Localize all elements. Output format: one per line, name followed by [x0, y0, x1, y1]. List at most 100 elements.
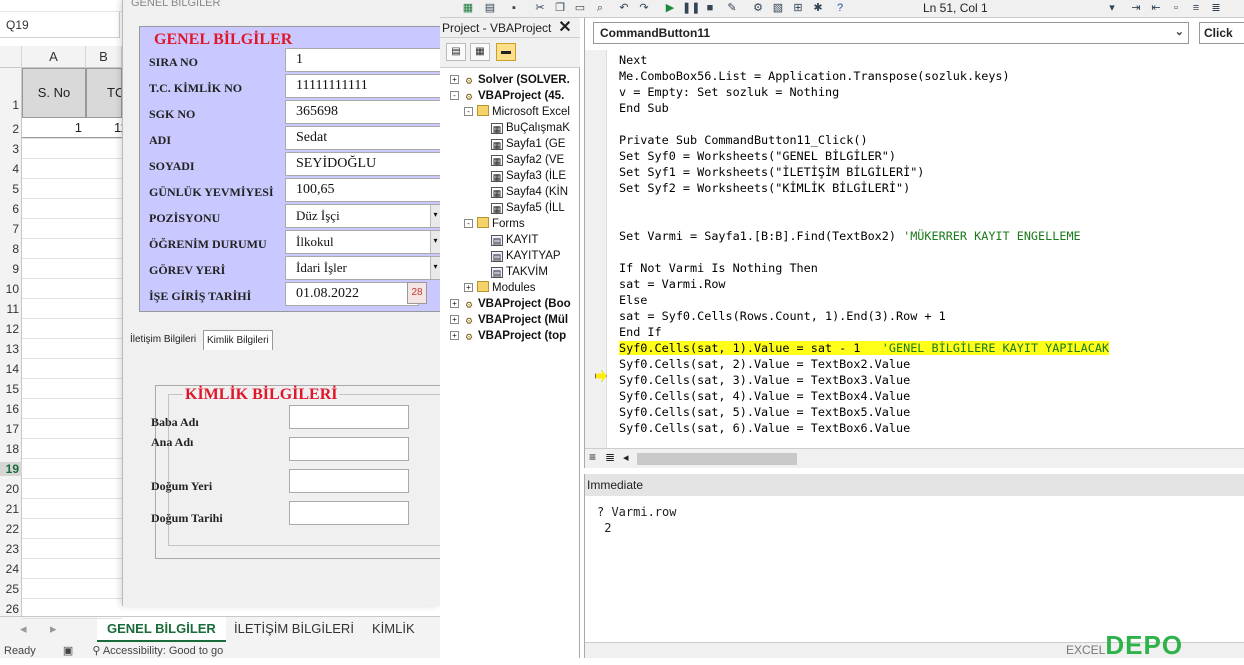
row-header-11[interactable]: 11 [0, 302, 22, 316]
sheet-tab-kimlik[interactable]: KİMLİK BİLG [362, 617, 440, 660]
kimlik-field-textbox[interactable] [289, 437, 409, 461]
row-header-3[interactable]: 3 [0, 142, 22, 156]
tree-node[interactable]: - Microsoft Excel [464, 104, 570, 120]
cell-a1[interactable]: S. No [22, 68, 86, 118]
view-code-icon[interactable]: ▤ [446, 43, 466, 61]
tree-node[interactable]: ▤ KAYIT [478, 232, 538, 248]
design-mode-icon[interactable]: ✎ [724, 1, 740, 15]
field-combobox[interactable]: İlkokul ▾ [285, 230, 441, 254]
tree-node[interactable]: + ⚙ Solver (SOLVER. [450, 72, 570, 88]
code-horizontal-scrollbar[interactable]: ≡ ≣ ◂ [585, 448, 1244, 468]
properties-icon[interactable]: ▧ [770, 1, 786, 15]
row-header-26[interactable]: 26 [0, 602, 22, 616]
field-textbox[interactable]: 11111111111 [285, 74, 441, 98]
uncomment-block-icon[interactable]: ≣ [1208, 1, 1224, 15]
paste-icon[interactable]: ▭ [572, 1, 588, 15]
row-header-25[interactable]: 25 [0, 582, 22, 596]
expand-icon[interactable]: + [450, 331, 459, 340]
row-header-17[interactable]: 17 [0, 422, 22, 436]
copy-icon[interactable]: ❐ [552, 1, 568, 15]
tab-kimlik-bilgileri[interactable]: Kimlik Bilgileri [203, 330, 273, 350]
indent-icon[interactable]: ⇥ [1128, 1, 1144, 15]
toggle-folders-icon[interactable]: ▬ [496, 43, 516, 61]
expand-icon[interactable]: + [450, 315, 459, 324]
comment-block-icon[interactable]: ≡ [1188, 1, 1204, 15]
object-browser-icon[interactable]: ⊞ [790, 1, 806, 15]
sheet-nav-right-icon[interactable]: ▸ [40, 617, 67, 643]
column-header-b[interactable]: B [86, 46, 122, 68]
tab-iletisim-bilgileri[interactable]: İletişim Bilgileri [127, 330, 199, 350]
row-header-10[interactable]: 10 [0, 282, 22, 296]
row-header-4[interactable]: 4 [0, 162, 22, 176]
chevron-down-icon[interactable]: ▾ [430, 257, 440, 279]
outdent-icon[interactable]: ⇤ [1148, 1, 1164, 15]
full-module-view-icon[interactable]: ≣ [605, 450, 615, 464]
break-icon[interactable]: ❚❚ [682, 1, 700, 15]
tree-node[interactable]: + ⚙ VBAProject (Boo [450, 296, 571, 312]
tree-node[interactable]: + Modules [464, 280, 535, 296]
row-header-18[interactable]: 18 [0, 442, 22, 456]
tree-node[interactable]: - Forms [464, 216, 525, 232]
toolbar-overflow-icon[interactable]: ▾ [1104, 1, 1120, 15]
cut-icon[interactable]: ✂ [532, 1, 548, 15]
reset-icon[interactable]: ■ [702, 1, 718, 15]
field-textbox[interactable]: SEYİDOĞLU [285, 152, 441, 176]
column-header-a[interactable]: A [22, 46, 86, 68]
expand-icon[interactable]: + [450, 299, 459, 308]
undo-icon[interactable]: ↶ [616, 1, 632, 15]
chevron-down-icon[interactable]: ▾ [430, 205, 440, 227]
accessibility-status[interactable]: Accessibility: Good to go [103, 645, 223, 657]
find-icon[interactable]: ⌕ [592, 1, 608, 15]
cell-a2[interactable]: 1 [22, 118, 86, 138]
row-header-15[interactable]: 15 [0, 382, 22, 396]
tree-node[interactable]: ▦ Sayfa5 (İLL [478, 200, 565, 216]
row-header-23[interactable]: 23 [0, 542, 22, 556]
tree-node[interactable]: ▦ Sayfa3 (İLE [478, 168, 566, 184]
help-icon[interactable]: ? [832, 1, 848, 15]
run-icon[interactable]: ▶ [662, 1, 678, 15]
row-header-5[interactable]: 5 [0, 182, 22, 196]
row-header-24[interactable]: 24 [0, 562, 22, 576]
row-header-2[interactable]: 2 [0, 122, 22, 136]
insert-userform-icon[interactable]: ▤ [482, 1, 498, 15]
row-header-1[interactable]: 1 [0, 98, 22, 112]
field-textbox[interactable]: 100,65 [285, 178, 441, 202]
tree-node[interactable]: ▤ TAKVİM [478, 264, 548, 280]
row-header-9[interactable]: 9 [0, 262, 22, 276]
expand-icon[interactable]: + [450, 75, 459, 84]
collapse-icon[interactable]: - [450, 91, 459, 100]
tree-node[interactable]: ▦ Sayfa4 (KİN [478, 184, 568, 200]
scroll-thumb[interactable] [637, 453, 797, 465]
collapse-icon[interactable]: - [464, 219, 473, 228]
save-icon[interactable]: ▪ [506, 1, 522, 15]
row-header-14[interactable]: 14 [0, 362, 22, 376]
scroll-left-icon[interactable]: ◂ [623, 451, 629, 464]
name-box[interactable]: Q19 [0, 12, 120, 38]
sheet-nav-left-icon[interactable]: ◂ [10, 617, 37, 643]
kimlik-field-textbox[interactable] [289, 469, 409, 493]
tree-node[interactable]: - ⚙ VBAProject (45. [450, 88, 564, 104]
field-combobox[interactable]: İdari İşler ▾ [285, 256, 441, 280]
toggle-breakpoint-icon[interactable]: ▫ [1168, 1, 1184, 15]
chevron-down-icon[interactable]: ⌄ [1175, 25, 1184, 38]
redo-icon[interactable]: ↷ [636, 1, 652, 15]
field-combobox[interactable]: Düz İşçi ▾ [285, 204, 441, 228]
view-excel-icon[interactable]: ▦ [460, 1, 476, 15]
macro-record-icon[interactable]: ▣ [63, 645, 73, 657]
tree-node[interactable]: ▦ Sayfa2 (VE [478, 152, 564, 168]
toolbox-icon[interactable]: ✱ [810, 1, 826, 15]
code-editor[interactable]: Next Me.ComboBox56.List = Application.Tra… [585, 50, 1244, 450]
collapse-icon[interactable]: - [464, 107, 473, 116]
row-header-12[interactable]: 12 [0, 322, 22, 336]
sheet-tab-genel[interactable]: GENEL BİLGİLER [97, 617, 226, 643]
field-textbox[interactable]: 365698 [285, 100, 441, 124]
row-header-16[interactable]: 16 [0, 402, 22, 416]
object-dropdown[interactable]: CommandButton11 ⌄ [593, 22, 1189, 44]
field-textbox[interactable]: 1 [285, 48, 441, 72]
close-icon[interactable]: ✕ [554, 19, 576, 37]
row-header-6[interactable]: 6 [0, 202, 22, 216]
row-header-7[interactable]: 7 [0, 222, 22, 236]
chevron-down-icon[interactable]: ▾ [430, 231, 440, 253]
field-textbox[interactable]: Sedat [285, 126, 441, 150]
tree-node[interactable]: ▦ Sayfa1 (GE [478, 136, 565, 152]
